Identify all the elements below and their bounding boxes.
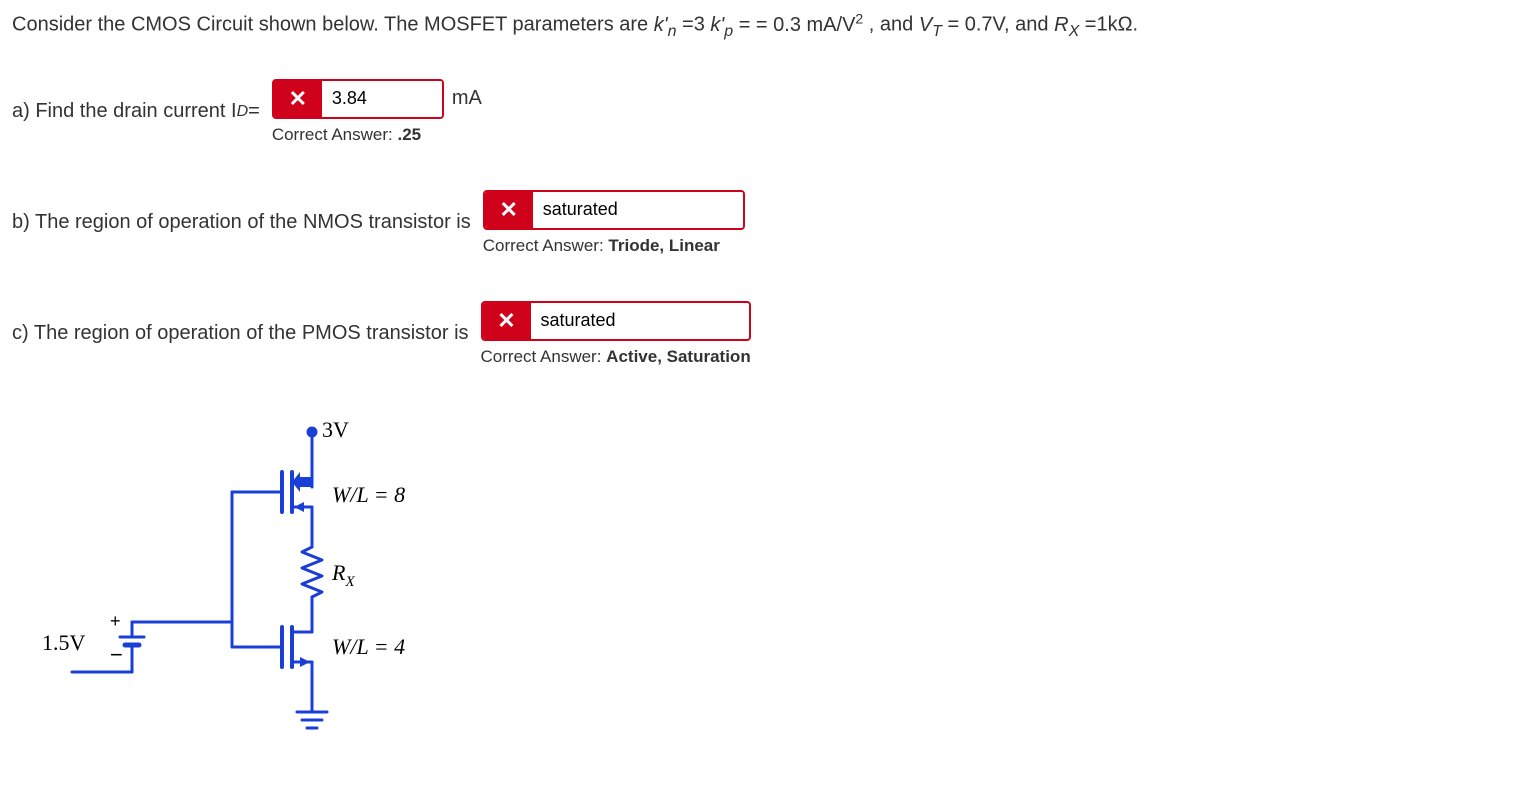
- part-a-answer-box: ✕: [272, 79, 444, 119]
- circuit-diagram: 3V W/L = 8 RX W/L = 4 1.5V + −: [22, 412, 1527, 778]
- part-a-unit: mA: [452, 87, 482, 110]
- eq2: = = 0.3 mA/V2: [739, 14, 864, 36]
- mid: , and: [869, 14, 919, 36]
- part-a-label: a) Find the drain current ID =: [12, 100, 260, 123]
- kn-symbol: k'n: [654, 14, 677, 36]
- incorrect-icon: ✕: [485, 192, 533, 228]
- part-c-label: c) The region of operation of the PMOS t…: [12, 322, 469, 345]
- vt-val: = 0.7V, and: [948, 14, 1055, 36]
- part-b-correct: Correct Answer: Triode, Linear: [483, 236, 745, 256]
- part-c-input[interactable]: [531, 303, 741, 339]
- eq1: =3: [682, 14, 710, 36]
- part-c-answer-box: ✕: [481, 301, 751, 341]
- incorrect-icon: ✕: [274, 81, 322, 117]
- nmos-wl: W/L = 4: [332, 634, 405, 659]
- rx-label: RX: [331, 560, 355, 590]
- kp-symbol: k'p: [710, 14, 733, 36]
- pmos-wl: W/L = 8: [332, 482, 405, 507]
- rx-val: =1kΩ.: [1085, 14, 1138, 36]
- vdd-label: 3V: [322, 417, 349, 442]
- part-a-input[interactable]: [322, 81, 442, 117]
- intro-prefix: Consider the CMOS Circuit shown below. T…: [12, 14, 654, 36]
- minus-icon: −: [110, 642, 123, 667]
- part-a: a) Find the drain current ID = ✕ Correct…: [12, 79, 1527, 145]
- part-b-answer-box: ✕: [483, 190, 745, 230]
- incorrect-icon: ✕: [483, 303, 531, 339]
- vin-label: 1.5V: [42, 630, 86, 655]
- part-b-input[interactable]: [533, 192, 743, 228]
- part-b: b) The region of operation of the NMOS t…: [12, 190, 1527, 256]
- part-c: c) The region of operation of the PMOS t…: [12, 301, 1527, 367]
- part-a-correct: Correct Answer: .25: [272, 125, 444, 145]
- part-c-correct: Correct Answer: Active, Saturation: [481, 347, 751, 367]
- plus-icon: +: [110, 611, 121, 631]
- part-b-label: b) The region of operation of the NMOS t…: [12, 211, 471, 234]
- vt-symbol: VT: [919, 14, 942, 36]
- question-intro: Consider the CMOS Circuit shown below. T…: [12, 8, 1527, 44]
- rx-symbol: RX: [1054, 14, 1079, 36]
